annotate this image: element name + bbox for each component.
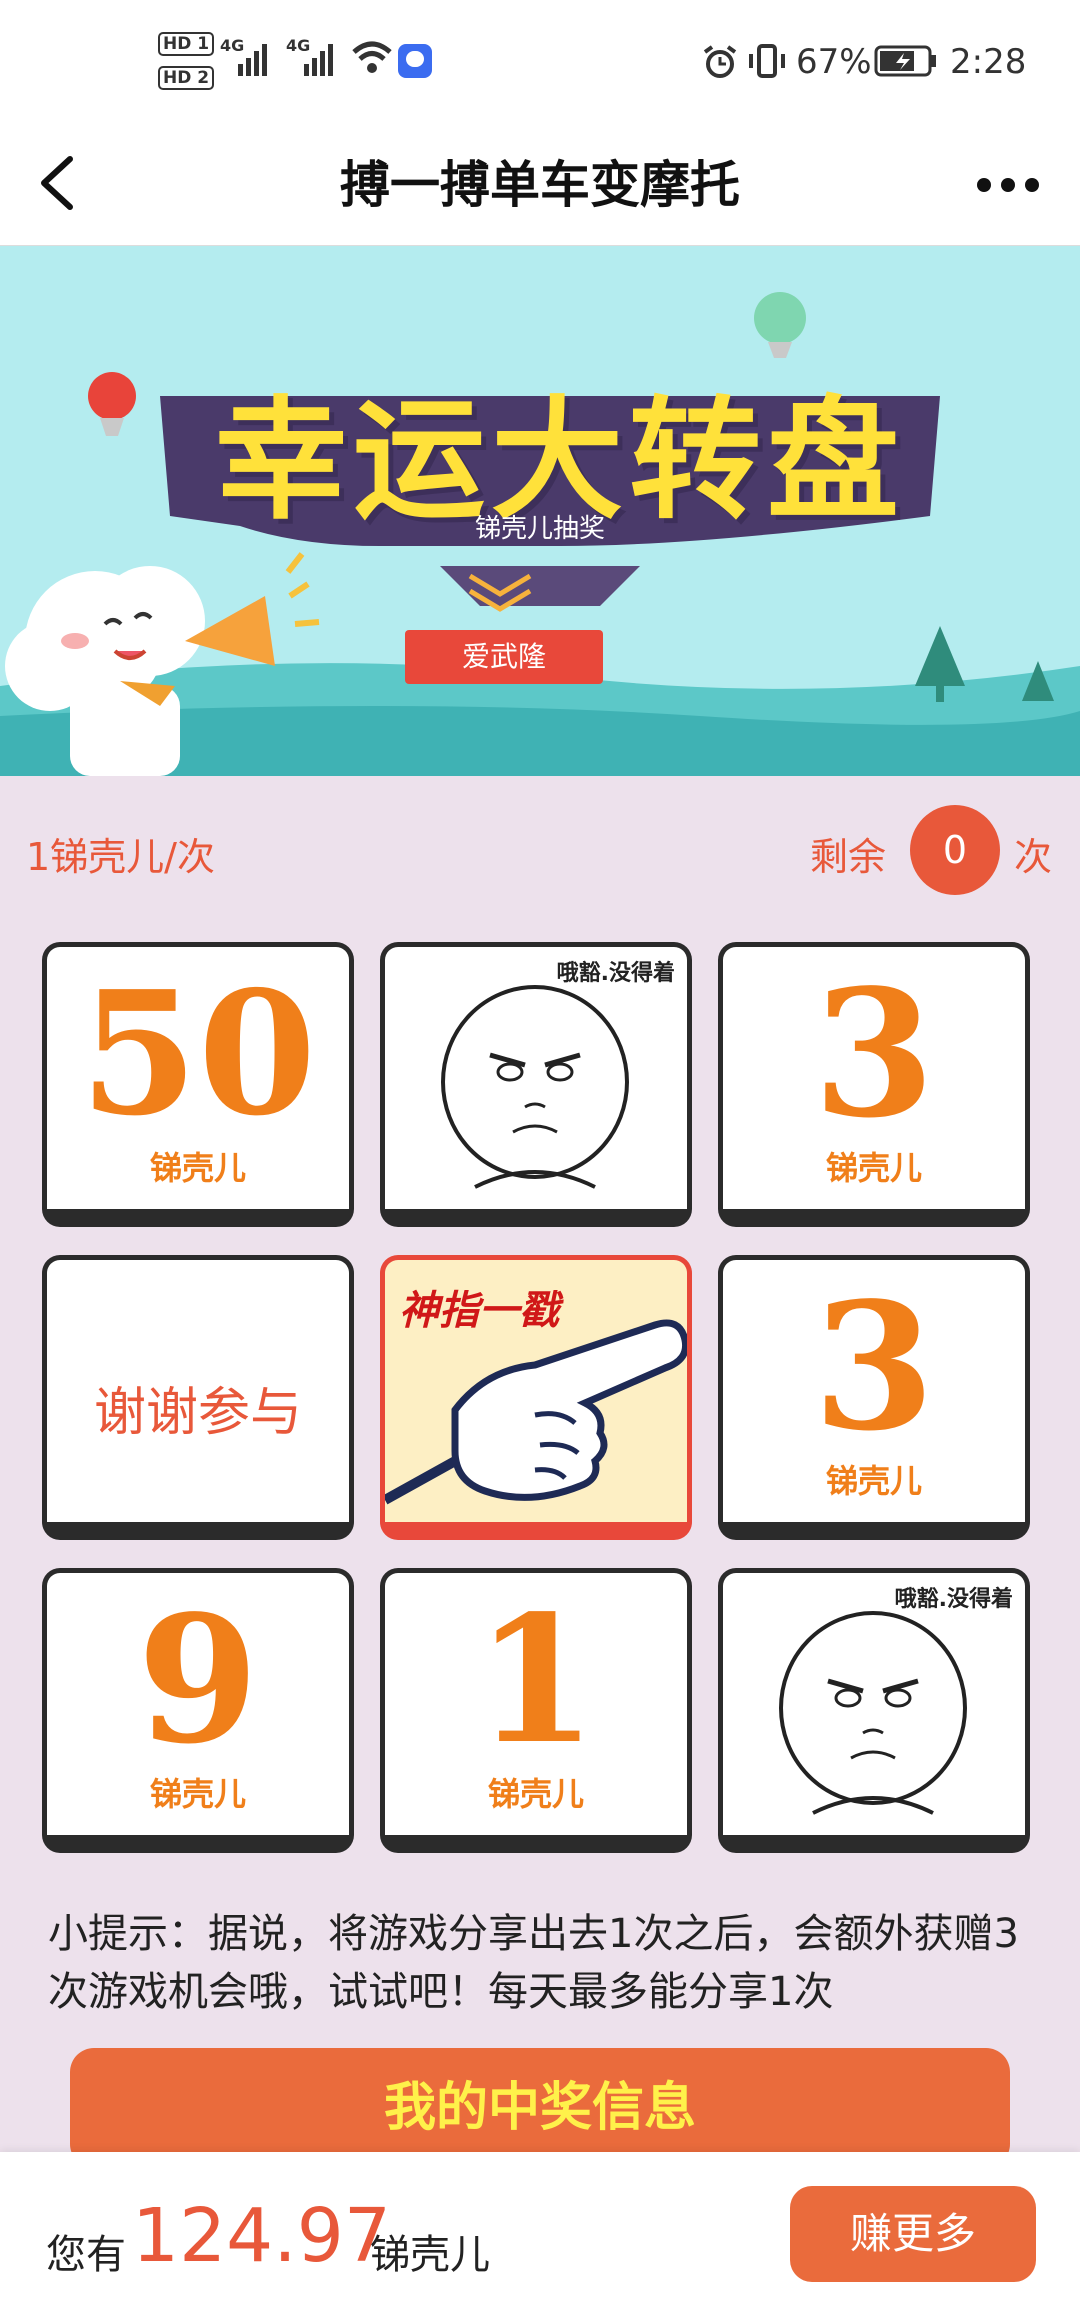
meme-face-icon — [779, 1611, 967, 1815]
prize-cell-nothing: 哦豁.没得着 — [380, 942, 692, 1227]
balance-unit: 锑壳儿 — [370, 2232, 490, 2278]
remaining-label: 剩余 — [810, 835, 887, 879]
prize-cell-thanks: 谢谢参与 — [42, 1255, 354, 1540]
prize-cell-9: 9 锑壳儿 — [42, 1568, 354, 1853]
remaining-suffix: 次 — [1014, 835, 1053, 879]
bottom-bar: 您有 124.97 锑壳儿 赚更多 — [0, 2152, 1080, 2310]
prize-cell-50: 50 锑壳儿 — [42, 942, 354, 1227]
prize-value: 3 — [813, 952, 935, 1157]
earn-more-button[interactable]: 赚更多 — [790, 2186, 1036, 2282]
prize-unit: 锑壳儿 — [149, 1775, 246, 1813]
prize-unit: 锑壳儿 — [825, 1462, 922, 1500]
alarm-icon — [703, 45, 737, 78]
page-title: 搏一搏单车变摩托 — [340, 156, 740, 214]
more-button[interactable] — [970, 165, 1050, 205]
spin-button[interactable]: 神指一戳 — [380, 1255, 692, 1540]
prize-cell-1: 1 锑壳儿 — [380, 1568, 692, 1853]
battery-charging-icon — [874, 45, 936, 77]
thanks-text: 谢谢参与 — [93, 1383, 302, 1443]
prize-unit: 锑壳儿 — [487, 1775, 584, 1813]
remaining-count-badge: 0 — [910, 805, 1000, 895]
tip-text: 小提示：据说，将游戏分享出去1次之后，会额外获赠3次游戏机会哦，试试吧！每天最多… — [48, 1911, 1019, 2015]
banner-subtitle: 锑壳儿抽奖 — [474, 514, 605, 544]
hd1-indicator: HD 1 — [158, 32, 215, 56]
prize-value: 50 — [79, 954, 317, 1154]
balance-value: 124.97 — [132, 2193, 391, 2279]
clock: 2:28 — [950, 42, 1027, 82]
hd2-indicator: HD 2 — [158, 66, 215, 90]
app-notification-icon — [398, 44, 432, 78]
banner-tag: 爱武隆 — [461, 640, 546, 673]
prize-unit: 锑壳儿 — [825, 1149, 922, 1187]
prize-cell-3: 3 锑壳儿 — [718, 942, 1030, 1227]
signal-icon — [238, 44, 267, 76]
lucky-wheel-banner: 幸运大转盘 锑壳儿抽奖 爱武隆 — [0, 246, 1080, 776]
prize-unit: 锑壳儿 — [149, 1149, 246, 1187]
signal-icon-2 — [304, 44, 333, 76]
meme-face-icon — [441, 985, 629, 1189]
my-prize-info-button[interactable]: 我的中奖信息 — [70, 2048, 1010, 2168]
status-bar: HD 1 HD 2 4G 4G 67% 2:28 — [0, 0, 1080, 125]
prize-value: 1 — [475, 1578, 597, 1783]
battery-percent: 67% — [796, 42, 872, 82]
prize-value: 9 — [137, 1578, 259, 1783]
prize-value: 3 — [813, 1265, 935, 1470]
balance-prefix: 您有 — [46, 2232, 126, 2278]
pointing-hand-icon — [385, 1319, 687, 1505]
wifi-icon — [352, 41, 392, 73]
more-dots-icon — [977, 178, 1039, 192]
prize-cell-nothing-2: 哦豁.没得着 — [718, 1568, 1030, 1853]
vibrate-icon — [749, 44, 785, 78]
app-header: 搏一搏单车变摩托 — [0, 125, 1080, 246]
cost-per-play: 1锑壳儿/次 — [26, 835, 215, 879]
prize-cell-3b: 3 锑壳儿 — [718, 1255, 1030, 1540]
